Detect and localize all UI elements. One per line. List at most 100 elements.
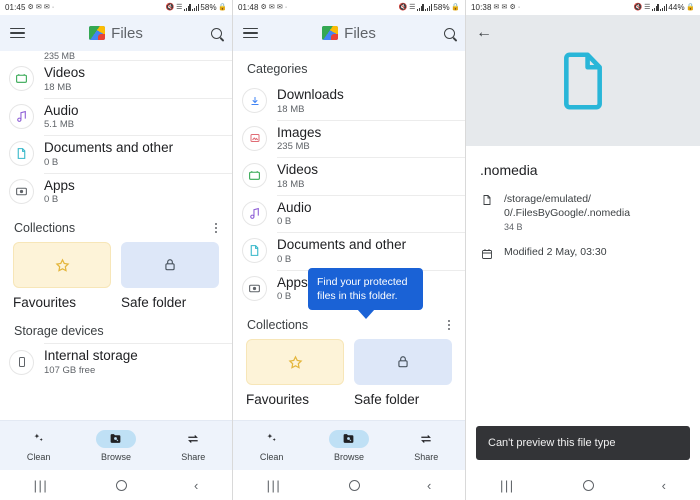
back-button[interactable]: ‹ [427,478,431,493]
list-item-size: 0 B [277,216,292,228]
collections-cards: Favourites Safe folder [233,339,465,407]
collection-card-safe-folder[interactable]: Safe folder [354,339,452,407]
safe-folder-card[interactable] [121,242,219,289]
nav-label: Browse [333,451,364,462]
list-item[interactable]: Audio 0 B [233,194,465,233]
app-brand: Files [0,25,232,42]
message-icon: ✉ [43,4,50,11]
mute-icon: 🔇 [633,4,643,11]
list-item-title: Videos [44,65,86,80]
signal-icon [192,4,199,11]
document-outline-icon [564,51,602,110]
message-icon: ✉ [493,4,500,11]
scroll-content[interactable]: 235 MB Videos 18 MB Audio 5.1 MB Documen… [0,51,232,442]
recents-button[interactable]: ||| [500,478,515,493]
nav-label: Clean [26,451,51,462]
nav-clean[interactable]: Clean [10,430,68,462]
list-item[interactable]: Documents and other 0 B [0,135,232,173]
list-item-title: Audio [277,199,312,215]
apps-icon [9,178,34,204]
list-item[interactable]: Videos 18 MB [0,60,232,98]
file-preview-area: ← [466,15,700,146]
folder-search-icon [95,429,136,448]
signal-icon [183,4,191,11]
nav-label: Share [414,451,439,462]
search-icon[interactable] [211,27,222,39]
nav-clean[interactable]: Clean [243,430,301,462]
favourites-card[interactable] [13,242,111,289]
list-item-title: Apps [44,177,75,193]
mute-icon: 🔇 [398,4,408,11]
list-item-title: Images [277,124,322,140]
safe-folder-tooltip[interactable]: Find your protected files in this folder… [308,268,423,311]
overflow-menu-icon[interactable] [212,220,220,236]
app-bar: Files [233,15,465,51]
back-arrow-icon[interactable]: ← [476,25,492,41]
file-modified: Modified 2 May, 03:30 [504,246,607,259]
list-item[interactable]: Audio 5.1 MB [0,97,232,136]
battery-percent: 58% [433,3,450,12]
list-item[interactable]: Videos 18 MB [233,157,465,195]
document-icon [480,192,494,232]
home-button[interactable] [582,479,594,491]
categories-title: Categories [247,62,308,76]
favourites-card[interactable] [246,339,344,386]
menu-icon[interactable] [243,27,258,39]
list-item[interactable]: Internal storage 107 GB free [0,343,232,381]
list-item[interactable]: Downloads 18 MB [233,82,465,120]
status-right: 🔇 ☰ 44% 🔒 [634,3,695,12]
back-button[interactable]: ‹ [194,478,198,493]
list-item-size: 0 B [277,253,292,265]
sparkle-icon [19,430,59,448]
folder-search-icon [328,429,369,448]
collection-card-favourites[interactable]: Favourites [13,242,111,310]
home-button[interactable] [348,479,360,491]
audio-icon [9,103,34,129]
nav-browse[interactable]: Browse [320,429,378,462]
nav-share[interactable]: Share [164,430,222,462]
panel-file-details: 10:38 ✉ ✉ ⚙ · 🔇 ☰ 44% 🔒 ← .nomedia /stor… [466,0,700,500]
list-item-sub: 107 GB free [44,364,96,376]
battery-icon: 🔒 [686,4,695,11]
list-item-size: 0 B [44,194,59,206]
list-item[interactable]: Apps 0 B [0,172,232,211]
back-button[interactable]: ‹ [662,478,666,493]
collections-cards: Favourites Safe folder [0,242,232,310]
signal-icon [660,4,667,11]
system-navigation-bar: ||| ‹ [233,470,465,500]
collection-card-safe-folder[interactable]: Safe folder [121,242,219,310]
list-item[interactable]: Documents and other 0 B [233,232,465,270]
screenshot-root: 01:45 ⚙ ✉ ✉ · 🔇 ☰ 58% 🔒 Files 235 MB Vid… [0,0,700,500]
menu-icon[interactable] [10,27,25,39]
overflow-menu-icon[interactable] [445,317,453,333]
bottom-navigation: Clean Browse Share [233,420,465,470]
scroll-content[interactable]: Categories Downloads 18 MB Images 235 MB [233,51,465,442]
share-arrows-icon [173,430,213,448]
safe-folder-card[interactable] [354,339,452,386]
files-logo-icon [322,26,339,40]
alarm-icon: ⚙ [27,4,34,11]
collection-card-favourites[interactable]: Favourites [246,339,344,407]
system-navigation-bar: ||| ‹ [466,470,700,500]
home-button[interactable] [115,479,127,491]
audio-icon [242,200,267,226]
nav-label: Browse [100,451,131,462]
signal-icon [651,4,659,11]
panel-files-home-categories: 01:48 ⚙ ✉ ✉ · 🔇 ☰ 58% 🔒 Files Categories… [233,0,466,500]
collections-title: Collections [247,318,309,333]
dot-icon: · [517,4,521,11]
recents-button[interactable]: ||| [267,478,282,493]
list-item-title: Internal storage [44,348,138,364]
wifi-icon: ☰ [409,4,416,11]
alarm-icon: ⚙ [509,4,516,11]
document-icon [9,141,34,167]
message-icon: ✉ [276,4,283,11]
search-icon[interactable] [444,27,455,39]
status-left: 01:45 ⚙ ✉ ✉ · [5,3,54,12]
app-bar: Files [0,15,232,51]
clipped-size-text: 235 MB [44,51,76,60]
nav-browse[interactable]: Browse [87,429,145,462]
nav-share[interactable]: Share [397,430,455,462]
recents-button[interactable]: ||| [34,478,49,493]
list-item[interactable]: Images 235 MB [233,119,465,158]
